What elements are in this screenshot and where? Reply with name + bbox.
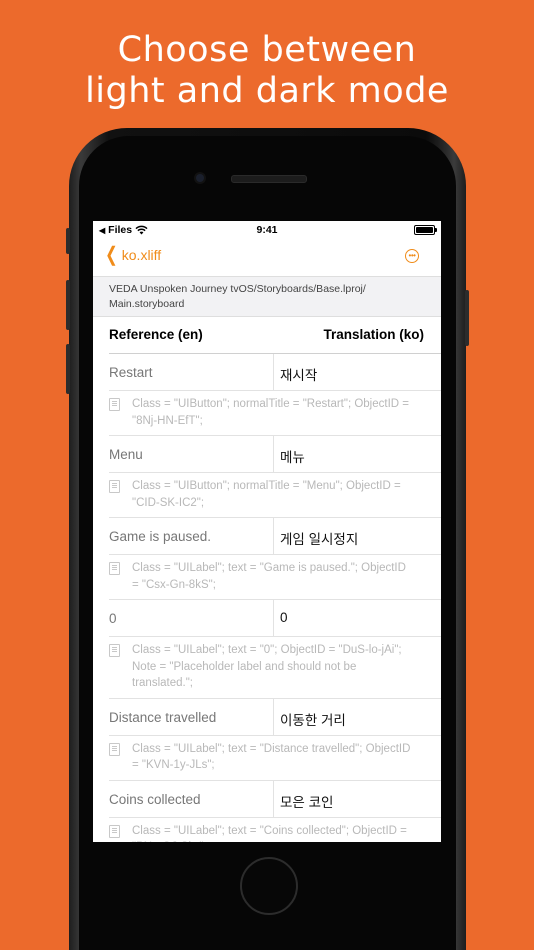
battery-icon	[414, 225, 437, 235]
file-path: VEDA Unspoken Journey tvOS/Storyboards/B…	[93, 276, 441, 317]
source-text: Game is paused.	[109, 529, 212, 544]
translation-column-header: Translation (ko)	[323, 327, 424, 342]
translation-entry: Distance travelled 이동한 거리 Class = "UILabel…	[93, 698, 441, 781]
note-text: Class = "UIButton"; normalTitle = "Resta…	[132, 398, 409, 427]
note-document-icon	[109, 398, 120, 411]
entry-note: Class = "UIButton"; normalTitle = "Menu"…	[109, 473, 441, 518]
side-button-mute	[66, 228, 70, 254]
note-text: Class = "UILabel"; text = "Coins collect…	[132, 824, 407, 843]
entry-note: Class = "UILabel"; text = "Coins collect…	[109, 818, 441, 843]
headline-line-2: light and dark mode	[85, 71, 449, 111]
status-time: 9:41	[256, 224, 278, 236]
source-text: 0	[109, 611, 117, 626]
translation-entry: 0 0 Class = "UILabel"; text = "0"; ObjectI…	[93, 600, 441, 699]
note-text: Class = "UIButton"; normalTitle = "Menu"…	[132, 480, 401, 509]
note-document-icon	[109, 824, 120, 838]
column-divider	[273, 698, 274, 735]
side-button-volume-up	[66, 280, 70, 330]
entry-row[interactable]: Menu 메뉴	[109, 436, 441, 473]
note-document-icon	[109, 644, 120, 657]
entry-note: Class = "UIButton"; normalTitle = "Resta…	[109, 391, 441, 436]
note-text: Class = "UILabel"; text = "0"; ObjectID …	[132, 644, 402, 689]
translation-entry: Restart 재시작 Class = "UIButton"; normalTitl…	[93, 354, 441, 436]
translation-field[interactable]: 모은 코인	[280, 791, 333, 811]
source-text: Restart	[109, 365, 153, 380]
translation-field[interactable]: 게임 일시정지	[280, 528, 358, 548]
status-bar: ◀ Files 9:41	[93, 221, 441, 238]
note-text: Class = "UILabel"; text = "Distance trav…	[132, 742, 411, 772]
back-button[interactable]: ❮ ko.xliff	[103, 244, 162, 266]
note-document-icon	[109, 562, 120, 575]
back-button-label: ko.xliff	[121, 247, 162, 263]
translation-field[interactable]: 0	[280, 610, 288, 625]
source-text: Coins collected	[109, 791, 201, 807]
entry-row[interactable]: 00	[109, 600, 441, 637]
phone-screen: ◀ Files 9:41 ❮ ko.xliff ••• VEDA Unspoke…	[93, 221, 441, 842]
source-text: Menu	[109, 447, 143, 462]
translation-entry: Menu 메뉴 Class = "UIButton"; normalTitle = …	[93, 436, 441, 518]
note-document-icon	[109, 480, 120, 493]
earpiece-speaker	[231, 175, 307, 183]
entry-row[interactable]: Restart 재시작	[109, 354, 441, 391]
entry-row[interactable]: Coins collected 모은 코인	[109, 780, 441, 818]
column-divider	[273, 600, 274, 636]
entry-row[interactable]: Game is paused. 게임 일시정지	[109, 518, 441, 555]
translation-list: Restart 재시작 Class = "UIButton"; normalTitl…	[93, 354, 441, 842]
column-divider	[273, 354, 274, 390]
entry-note: Class = "UILabel"; text = "Distance trav…	[109, 736, 441, 781]
translation-entry: Game is paused. 게임 일시정지 Class = "UILabel";…	[93, 518, 441, 600]
column-divider	[273, 780, 274, 817]
navigation-bar: ❮ ko.xliff •••	[93, 238, 441, 276]
column-divider	[273, 518, 274, 554]
entry-row[interactable]: Distance travelled 이동한 거리	[109, 698, 441, 736]
translation-entry: Coins collected 모은 코인 Class = "UILabel"; t…	[93, 780, 441, 843]
source-text: Distance travelled	[109, 709, 217, 725]
side-button-power	[465, 290, 469, 346]
translation-field[interactable]: 이동한 거리	[280, 709, 346, 729]
note-document-icon	[109, 742, 120, 756]
entry-note: Class = "UILabel"; text = "Game is pause…	[109, 555, 441, 600]
headline: Choose between light and dark mode	[0, 30, 534, 112]
reference-column-header: Reference (en)	[109, 327, 203, 342]
translation-field[interactable]: 재시작	[280, 364, 317, 384]
home-button[interactable]	[240, 857, 298, 915]
chevron-left-icon: ❮	[105, 244, 118, 266]
entry-note: Class = "UILabel"; text = "0"; ObjectID …	[109, 637, 441, 699]
note-text: Class = "UILabel"; text = "Game is pause…	[132, 562, 406, 591]
side-button-volume-down	[66, 344, 70, 394]
headline-line-1: Choose between	[117, 30, 417, 70]
front-camera-icon	[196, 174, 204, 182]
column-divider	[273, 436, 274, 472]
more-options-icon[interactable]: •••	[405, 249, 419, 263]
column-header: Reference (en) Translation (ko)	[109, 317, 441, 354]
translation-field[interactable]: 메뉴	[280, 446, 305, 466]
